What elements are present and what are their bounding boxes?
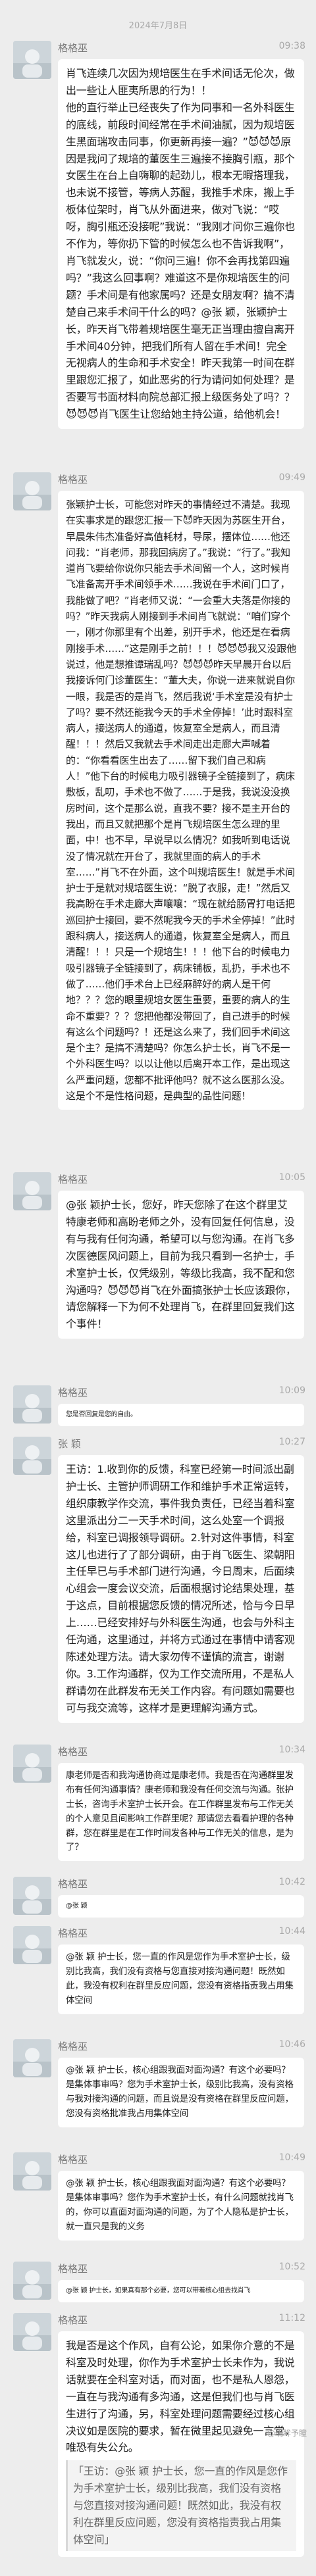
sender-name: 格格巫 [58, 1878, 88, 1890]
message-text: 王访：1.收到你的反馈，科室已经第一时间派出副护士长、主管护师调研工作和维护手术… [66, 1463, 295, 1714]
chat-message: 格格巫 11:12 我是否是这个作风，自有公论，如果你介意的不是科室及时处理，你作为… [0, 2313, 316, 2576]
date-separator: 2024年7月8日 [128, 21, 188, 31]
message-time: 10:52 [278, 2262, 305, 2272]
chat-message: 格格巫 10:52 @张 颖 护士长，如果真有那个必要，您可以带着核心组去找肖飞 [0, 2262, 316, 2304]
sender-name: 格格巫 [58, 42, 88, 54]
chat-message: 格格巫 10:42 @张 颖 [0, 1877, 316, 1918]
sender-name: 格格巫 [58, 2041, 88, 2052]
sender-name: 格格巫 [58, 2263, 88, 2275]
message-text: @张 颖 [66, 1902, 88, 1910]
sender-name: 格格巫 [58, 1746, 88, 1758]
message-text: 您是否回复是您的自由。 [66, 1411, 137, 1418]
sender-name: 格格巫 [58, 1927, 88, 1939]
message-bubble[interactable]: 肖飞连续几次因为规培医生在手术间话无伦次，做出一些让人匪夷所思的行为！！ 他的直… [58, 59, 304, 430]
message-bubble[interactable]: 王访：1.收到你的反馈，科室已经第一时间派出副护士长、主管护师调研工作和维护手术… [58, 1455, 304, 1723]
message-bubble[interactable]: 张颖护士长，可能您对昨天的事情经过不清楚。我现在实事求是的跟您汇报一下😈昨天因为… [58, 491, 304, 1110]
avatar[interactable] [13, 1437, 51, 1475]
message-time: 10:42 [278, 1877, 305, 1887]
sender-name: 格格巫 [58, 2154, 88, 2166]
chat-message: 格格巫 10:05 @张 颖护士长，您好，昨天您除了在这个群里艾特康老师和高盼老师之… [0, 1172, 316, 1363]
message-text: 肖飞连续几次因为规培医生在手术间话无伦次，做出一些让人匪夷所思的行为！！ 他的直… [66, 67, 295, 421]
avatar[interactable] [13, 2262, 51, 2300]
sender-name: 格格巫 [58, 474, 88, 485]
avatar[interactable] [13, 2039, 51, 2077]
chat-screen: 2024年7月8日 格格巫 09:38 肖飞连续几次因为规培医生在手术间话无伦次，做… [0, 0, 316, 2557]
chat-message: 格格巫 09:38 肖飞连续几次因为规培医生在手术间话无伦次，做出一些让人匪夷所思的… [0, 41, 316, 449]
message-time: 10:49 [278, 2152, 305, 2163]
message-text: @张 颖 护士长，核心组跟我面对面沟通？有这个必要吗？是集体事审吗？您为手术室护… [66, 2065, 294, 2119]
message-bubble[interactable]: @张 颖 护士长，您一直的作风是您作为手术室护士长，级别比我高，我们没有资格与您… [58, 1944, 304, 2014]
message-bubble[interactable]: @张 颖 护士长，如果真有那个必要，您可以带着核心组去找肖飞 [58, 2280, 304, 2303]
chat-message: 张 颖 10:27 王访：1.收到你的反馈，科室已经第一时间派出副护士长、主管护师调… [0, 1437, 316, 1726]
avatar[interactable] [13, 1877, 51, 1915]
message-bubble[interactable]: @张 颖护士长，您好，昨天您除了在这个群里艾特康老师和高盼老师之外，没有回复任何… [58, 1191, 304, 1339]
avatar[interactable] [13, 41, 51, 79]
message-text: @张 颖护士长，您好，昨天您除了在这个群里艾特康老师和高盼老师之外，没有回复任何… [66, 1199, 296, 1331]
message-time: 10:09 [278, 1385, 305, 1396]
message-time: 09:38 [278, 41, 305, 51]
sender-name: 格格巫 [58, 1174, 88, 1185]
message-bubble[interactable]: 我是否是这个作风，自有公论，如果你介意的不是科室及时处理，你作为手术室护士长未作… [58, 2331, 304, 2557]
message-time: 10:05 [278, 1172, 305, 1183]
chat-message: 格格巫 09:49 张颖护士长，可能您对昨天的事情经过不清楚。我现在实事求是的跟您汇… [0, 472, 316, 1153]
message-bubble[interactable]: @张 颖 护士长，核心组跟我面对面沟通？有这个必要吗？是集体审事吗？您作为手术室… [58, 2171, 304, 2241]
avatar[interactable] [13, 2313, 51, 2351]
message-bubble[interactable]: 您是否回复是您的自由。 [58, 1404, 304, 1427]
avatar[interactable] [13, 2152, 51, 2191]
message-time: 11:12 [278, 2313, 305, 2323]
message-text: 康老师是否和我沟通协商过是康老师。我是否在沟通群里发布有任何沟通事情？康老师和我… [66, 1770, 294, 1853]
sender-name: 格格巫 [58, 2314, 88, 2326]
message-time: 10:46 [278, 2039, 305, 2050]
message-bubble[interactable]: @张 颖 [58, 1895, 304, 1918]
avatar[interactable] [13, 472, 51, 510]
message-time: 09:49 [278, 472, 305, 483]
chat-message: 格格巫 10:49 @张 颖 护士长，核心组跟我面对面沟通？有这个必要吗？是集体审事… [0, 2152, 316, 2244]
avatar[interactable] [13, 1385, 51, 1424]
message-text: @张 颖 护士长，如果真有那个必要，您可以带着核心组去找肖飞 [66, 2287, 251, 2294]
message-text: @张 颖 护士长，您一直的作风是您作为手术室护士长，级别比我高，我们没有资格与您… [66, 1952, 294, 2006]
message-bubble[interactable]: 康老师是否和我沟通协商过是康老师。我是否在沟通群里发布有任何沟通事情？康老师和我… [58, 1763, 304, 1862]
avatar[interactable] [13, 1926, 51, 1964]
message-text: 张颖护士长，可能您对昨天的事情经过不清楚。我现在实事求是的跟您汇报一下😈昨天因为… [66, 499, 296, 1102]
message-time: 10:34 [278, 1745, 305, 1755]
message-time: 10:27 [278, 1437, 305, 1447]
chat-message: 格格巫 10:44 @张 颖 护士长，您一直的作风是您作为手术室护士长，级别比我高，… [0, 1926, 316, 2018]
message-text: 我是否是这个作风，自有公论，如果你介意的不是科室及时处理，你作为手术室护士长未作… [66, 2339, 295, 2454]
chat-message: 格格巫 10:09 您是否回复是您的自由。 [0, 1385, 316, 1427]
avatar[interactable] [13, 1172, 51, 1210]
sender-name: 张 颖 [58, 1438, 81, 1450]
message-bubble[interactable]: @张 颖 护士长，核心组跟我面对面沟通？有这个必要吗？是集体事审吗？您为手术室护… [58, 2058, 304, 2127]
chat-message: 格格巫 10:46 @张 颖 护士长，核心组跟我面对面沟通？有这个必要吗？是集体事审… [0, 2039, 316, 2131]
message-text: @张 颖 护士长，核心组跟我面对面沟通？有这个必要吗？是集体审事吗？您作为手术室… [66, 2178, 294, 2232]
watermark: @明眸予瞳 [267, 2429, 307, 2438]
message-time: 10:44 [278, 1926, 305, 1937]
sender-name: 格格巫 [58, 1387, 88, 1399]
avatar[interactable] [13, 1745, 51, 1783]
chat-message: 格格巫 10:34 康老师是否和我沟通协商过是康老师。我是否在沟通群里发布有任何沟通… [0, 1745, 316, 1866]
quoted-message: 「王访：@张 颖 护士长，您一直的作风是您作为手术室护士长，级别比我高，我们没有… [66, 2460, 296, 2551]
